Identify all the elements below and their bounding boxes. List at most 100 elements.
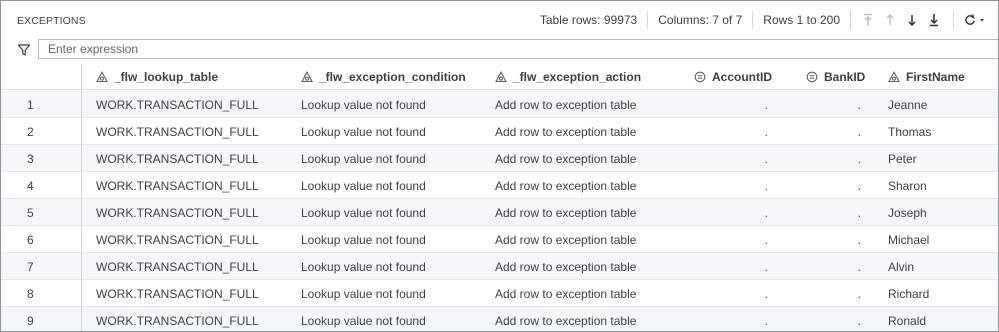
firstname-cell[interactable]: Thomas — [888, 118, 993, 145]
bankid-cell[interactable]: . — [806, 307, 861, 331]
filter-icon[interactable] — [17, 43, 31, 57]
exception-condition-cell[interactable]: Lookup value not found — [301, 307, 491, 331]
lookup-table-cell[interactable]: WORK.TRANSACTION_FULL — [96, 172, 296, 199]
first-page-icon — [864, 13, 872, 26]
exception-action-cell[interactable]: Add row to exception table — [495, 91, 690, 118]
exception-condition-cell[interactable]: Lookup value not found — [301, 145, 491, 172]
lookup-table-cell[interactable]: WORK.TRANSACTION_FULL — [96, 199, 296, 226]
firstname-cell[interactable]: Peter — [888, 145, 993, 172]
firstname-cell[interactable]: Joseph — [888, 199, 993, 226]
column-header-label: AccountID — [712, 70, 772, 84]
bankid-cell[interactable]: . — [806, 280, 861, 307]
panel-title: EXCEPTIONS — [17, 15, 86, 27]
bankid-cell[interactable]: . — [806, 172, 861, 199]
exception-condition-cell[interactable]: Lookup value not found — [301, 91, 491, 118]
accountid-cell[interactable]: . — [694, 172, 768, 199]
toolbar-divider — [953, 11, 954, 29]
accountid-cell[interactable]: . — [694, 199, 768, 226]
column-header-label: FirstName — [906, 70, 965, 84]
toolbar-right: Table rows: 99973 Columns: 7 of 7 Rows 1… — [540, 1, 998, 39]
expression-input[interactable] — [38, 39, 998, 59]
accountid-cell[interactable]: . — [694, 253, 768, 280]
bankid-cell[interactable]: . — [806, 226, 861, 253]
firstname-cell[interactable]: Ronald — [888, 307, 993, 331]
refresh-menu-button[interactable] — [960, 9, 990, 31]
lookup-table-cell[interactable]: WORK.TRANSACTION_FULL — [96, 307, 296, 331]
table-rows-count: Table rows: 99973 — [539, 13, 638, 27]
table-toolbar: EXCEPTIONS Table rows: 99973 Columns: 7 … — [1, 1, 998, 39]
lookup-table-cell[interactable]: WORK.TRANSACTION_FULL — [96, 280, 296, 307]
last-page-icon — [930, 14, 938, 27]
columns-count[interactable]: Columns: 7 of 7 — [658, 13, 742, 27]
bankid-cell[interactable]: . — [806, 145, 861, 172]
accountid-cell[interactable]: . — [694, 91, 768, 118]
column-header-accountid[interactable]: AccountID — [694, 64, 772, 90]
table-row[interactable]: 7 WORK.TRANSACTION_FULL Lookup value not f… — [1, 253, 998, 280]
firstname-cell[interactable]: Sharon — [888, 172, 993, 199]
column-header-exception-condition[interactable]: _flw_exception_condition — [301, 64, 466, 90]
lookup-table-cell[interactable]: WORK.TRANSACTION_FULL — [96, 91, 296, 118]
exception-action-cell[interactable]: Add row to exception table — [495, 172, 690, 199]
exception-action-cell[interactable]: Add row to exception table — [495, 280, 690, 307]
bankid-cell[interactable]: . — [806, 199, 861, 226]
exception-action-cell[interactable]: Add row to exception table — [495, 199, 690, 226]
accountid-cell[interactable]: . — [694, 280, 768, 307]
exception-action-cell[interactable]: Add row to exception table — [495, 145, 690, 172]
table-row[interactable]: 1 WORK.TRANSACTION_FULL Lookup value not f… — [1, 91, 998, 118]
lookup-table-cell[interactable]: WORK.TRANSACTION_FULL — [96, 118, 296, 145]
character-column-icon — [96, 71, 108, 83]
accountid-cell[interactable]: . — [694, 226, 768, 253]
column-header-label: BankID — [824, 70, 866, 84]
table-row[interactable]: 2 WORK.TRANSACTION_FULL Lookup value not f… — [1, 118, 998, 145]
bankid-cell[interactable]: . — [806, 118, 861, 145]
accountid-cell[interactable]: . — [694, 307, 768, 331]
exception-action-cell[interactable]: Add row to exception table — [495, 307, 690, 331]
bankid-cell[interactable]: . — [806, 91, 861, 118]
exception-condition-cell[interactable]: Lookup value not found — [301, 199, 491, 226]
lookup-table-cell[interactable]: WORK.TRANSACTION_FULL — [96, 226, 296, 253]
row-number-cell: 6 — [27, 232, 34, 247]
bankid-cell[interactable]: . — [806, 253, 861, 280]
exception-condition-cell[interactable]: Lookup value not found — [301, 172, 491, 199]
firstname-cell[interactable]: Richard — [888, 280, 993, 307]
row-number-cell: 7 — [27, 259, 34, 274]
exception-action-cell[interactable]: Add row to exception table — [495, 118, 690, 145]
lookup-table-cell[interactable]: WORK.TRANSACTION_FULL — [96, 145, 296, 172]
column-header-bankid[interactable]: BankID — [806, 64, 865, 90]
numeric-column-icon — [806, 71, 818, 83]
table-row[interactable]: 8 WORK.TRANSACTION_FULL Lookup value not f… — [1, 280, 998, 307]
table-row[interactable]: 6 WORK.TRANSACTION_FULL Lookup value not f… — [1, 226, 998, 253]
exception-condition-cell[interactable]: Lookup value not found — [301, 226, 491, 253]
toolbar-divider — [850, 11, 851, 29]
character-column-icon — [495, 71, 507, 83]
table-row[interactable]: 4 WORK.TRANSACTION_FULL Lookup value not f… — [1, 172, 998, 199]
accountid-cell[interactable]: . — [694, 118, 768, 145]
next-page-button[interactable] — [901, 9, 923, 31]
column-header-lookup-table[interactable]: _flw_lookup_table — [96, 64, 218, 90]
last-page-button[interactable] — [923, 9, 945, 31]
row-number-cell: 2 — [27, 124, 34, 139]
previous-page-button[interactable] — [879, 9, 901, 31]
column-header-label: _flw_exception_condition — [319, 70, 466, 84]
exception-action-cell[interactable]: Add row to exception table — [495, 253, 690, 280]
row-number-cell: 5 — [27, 205, 34, 220]
firstname-cell[interactable]: Jeanne — [888, 91, 993, 118]
previous-page-icon — [886, 14, 894, 25]
lookup-table-cell[interactable]: WORK.TRANSACTION_FULL — [96, 253, 296, 280]
table-row[interactable]: 5 WORK.TRANSACTION_FULL Lookup value not f… — [1, 199, 998, 226]
rows-range: Rows 1 to 200 — [763, 13, 840, 27]
table-row[interactable]: 3 WORK.TRANSACTION_FULL Lookup value not f… — [1, 145, 998, 172]
column-header-exception-action[interactable]: _flw_exception_action — [495, 64, 641, 90]
exception-condition-cell[interactable]: Lookup value not found — [301, 280, 491, 307]
table-row[interactable]: 9 WORK.TRANSACTION_FULL Lookup value not f… — [1, 307, 998, 331]
accountid-cell[interactable]: . — [694, 145, 768, 172]
firstname-cell[interactable]: Alvin — [888, 253, 993, 280]
column-header-firstname[interactable]: FirstName — [888, 64, 965, 90]
first-page-button[interactable] — [857, 9, 879, 31]
exception-condition-cell[interactable]: Lookup value not found — [301, 253, 491, 280]
firstname-cell[interactable]: Michael — [888, 226, 993, 253]
exception-action-cell[interactable]: Add row to exception table — [495, 226, 690, 253]
toolbar-divider — [752, 11, 754, 29]
exception-condition-cell[interactable]: Lookup value not found — [301, 118, 491, 145]
row-number-cell: 3 — [27, 151, 34, 166]
